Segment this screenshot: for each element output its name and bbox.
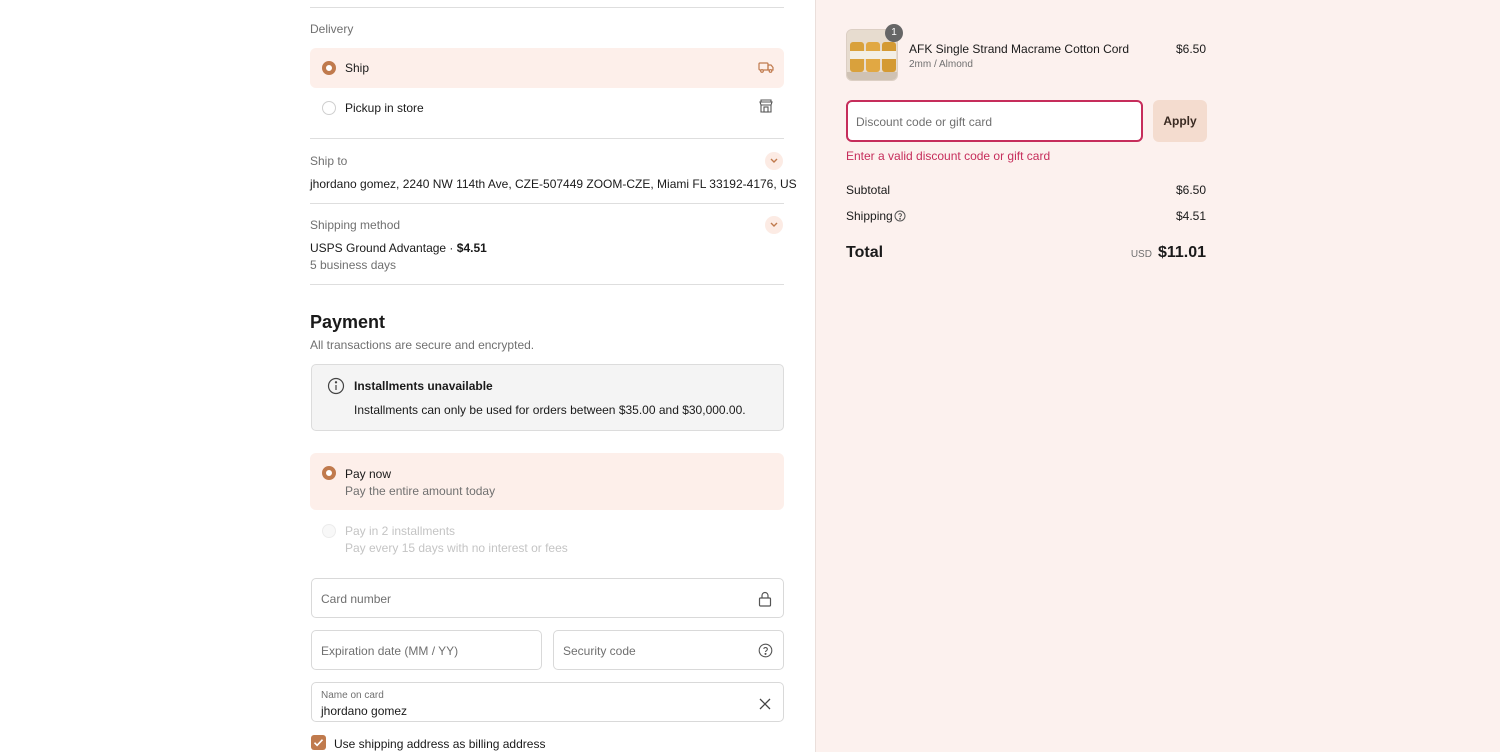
product-price: $6.50 [1175,42,1206,56]
payment-subtitle: All transactions are secure and encrypte… [310,338,535,352]
shipping-method-name: USPS Ground Advantage · [310,241,457,255]
store-icon [758,98,774,119]
security-code-field[interactable]: Security code [553,630,784,670]
name-on-card-field[interactable]: Name on card jhordano gomez [311,682,784,722]
shipping-label: Shipping [846,209,893,223]
ship-to-chevron-icon[interactable] [765,152,783,170]
name-on-card-value: jhordano gomez [321,704,408,718]
total-label: Total [846,244,884,261]
checkmark-icon [313,739,324,747]
apply-button[interactable]: Apply [1153,100,1207,142]
billing-checkbox[interactable] [311,735,326,750]
divider [310,284,784,285]
lock-icon [758,591,772,612]
notice-body: Installments can only be used for orders… [354,403,746,417]
name-on-card-label: Name on card [321,690,384,701]
divider [310,203,784,204]
product-variant: 2mm / Almond [909,59,973,70]
expiration-field[interactable]: Expiration date (MM / YY) [311,630,542,670]
pay-installments-label: Pay in 2 installments [345,524,456,538]
shipping-method-line: USPS Ground Advantage · $4.51 [310,241,487,255]
clear-icon[interactable] [759,697,771,715]
pay-now-radio[interactable] [322,466,336,480]
ship-label: Ship [345,61,370,75]
ship-to-label: Ship to [310,154,348,168]
info-icon [327,377,345,400]
total-line: USD $11.01 [1131,244,1206,262]
discount-input[interactable]: Discount code or gift card [846,100,1143,142]
ship-to-address: jhordano gomez, 2240 NW 114th Ave, CZE-5… [310,177,797,191]
ship-radio[interactable] [322,61,336,75]
shipping-method-eta: 5 business days [310,258,397,272]
card-number-field[interactable]: Card number [311,578,784,618]
pay-installments-sub: Pay every 15 days with no interest or fe… [345,541,568,555]
delivery-label: Delivery [310,22,354,36]
shipping-help-icon[interactable] [894,209,906,227]
pay-now-sub: Pay the entire amount today [345,484,496,498]
truck-icon [758,60,774,79]
divider [310,7,784,8]
help-icon[interactable] [758,643,773,663]
discount-placeholder: Discount code or gift card [856,115,993,129]
installments-notice: Installments unavailable Installments ca… [311,364,784,431]
product-name: AFK Single Strand Macrame Cotton Cord [909,42,1130,56]
checkout-main: Delivery Ship Pickup in store Ship to jh… [0,0,815,752]
billing-checkbox-label: Use shipping address as billing address [334,737,546,751]
pay-now-label: Pay now [345,467,392,481]
quantity-badge: 1 [885,24,903,42]
delivery-option-ship[interactable]: Ship [310,48,784,88]
pay-now-option[interactable]: Pay now Pay the entire amount today [310,453,784,510]
total-currency: USD [1130,249,1152,260]
pay-installments-radio [322,524,336,538]
pickup-radio[interactable] [322,101,336,115]
subtotal-value: $6.50 [1175,183,1206,197]
pay-installments-option: Pay in 2 installments Pay every 15 days … [310,510,784,567]
notice-title: Installments unavailable [354,379,493,393]
security-code-placeholder: Security code [563,644,636,658]
shipping-method-price: $4.51 [456,241,487,255]
shipping-method-chevron-icon[interactable] [765,216,783,234]
payment-title: Payment [310,312,386,332]
divider [310,138,784,139]
shipping-method-label: Shipping method [310,218,401,232]
expiration-placeholder: Expiration date (MM / YY) [321,644,459,658]
pickup-label: Pickup in store [345,101,424,115]
card-number-placeholder: Card number [321,592,392,606]
delivery-option-pickup[interactable]: Pickup in store [310,88,784,128]
subtotal-label: Subtotal [846,183,891,197]
discount-error: Enter a valid discount code or gift card [846,149,1051,163]
total-value: $11.01 [1157,244,1206,261]
shipping-value: $4.51 [1175,209,1206,223]
